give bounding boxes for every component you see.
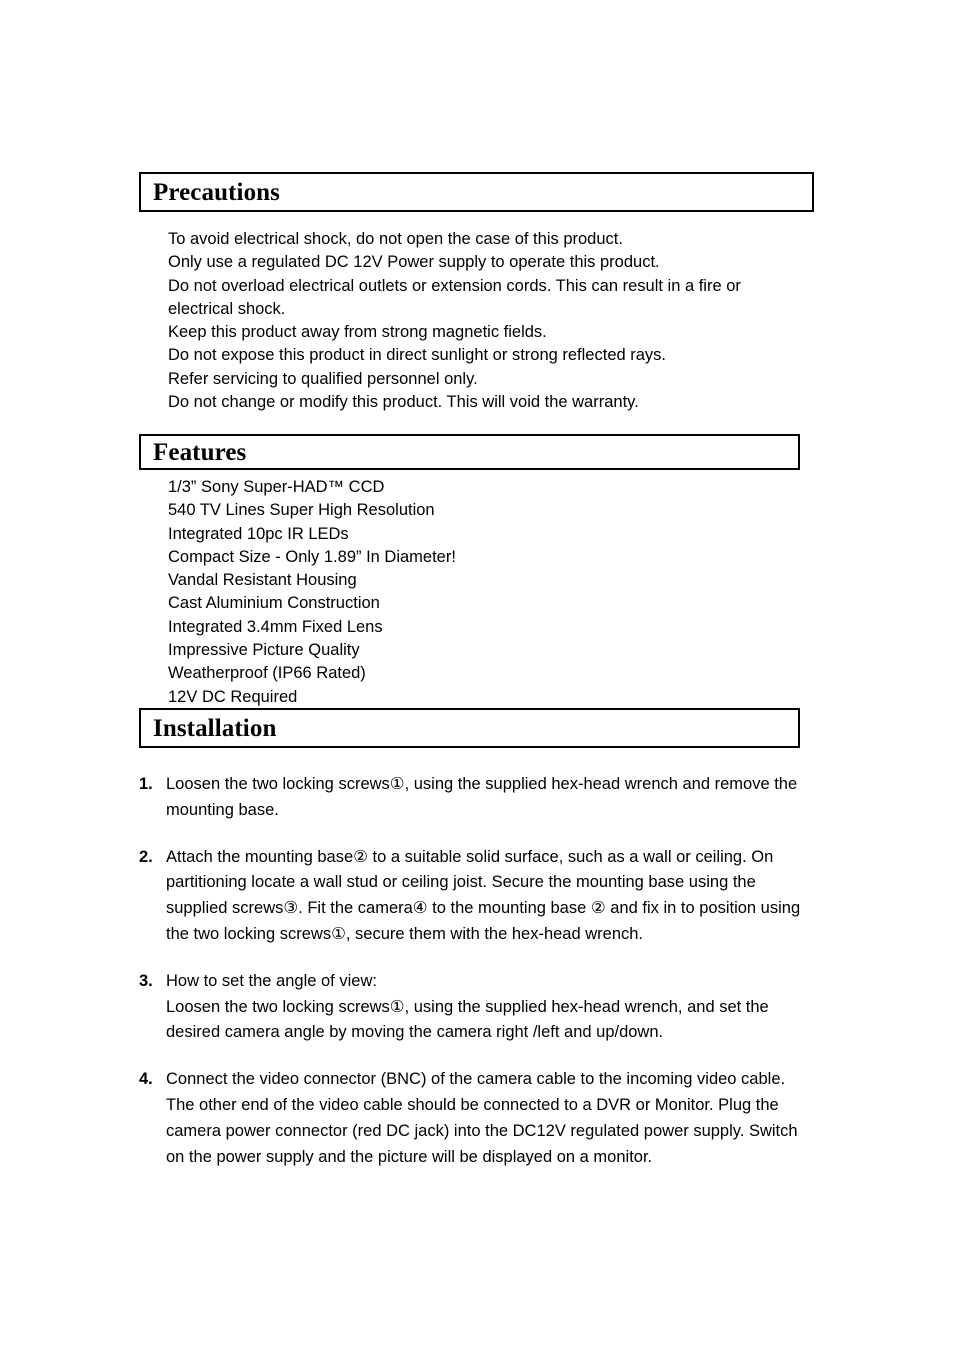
- precautions-line: Keep this product away from strong magne…: [168, 323, 547, 342]
- feature-item: Integrated 3.4mm Fixed Lens: [168, 617, 383, 636]
- installation-step: 1. Loosen the two locking screws①, using…: [139, 772, 809, 824]
- feature-item: 12V DC Required: [168, 687, 298, 706]
- feature-item: Weatherproof (IP66 Rated): [168, 664, 366, 683]
- step-number: 4.: [139, 1070, 153, 1089]
- step-text-line: Loosen the two locking screws①, using th…: [166, 997, 769, 1042]
- step-number: 1.: [139, 775, 153, 793]
- step-text-line: How to set the angle of view:: [166, 971, 377, 990]
- step-number: 3.: [139, 971, 153, 990]
- step-number: 2.: [139, 847, 153, 866]
- section-header-precautions: Precautions: [139, 172, 814, 212]
- features-list: 1/3” Sony Super-HAD™ CCD 540 TV Lines Su…: [168, 476, 768, 709]
- feature-item: Cast Aluminium Construction: [168, 594, 380, 613]
- installation-step: 2. Attach the mounting base② to a suitab…: [139, 845, 809, 948]
- installation-step: 4. Connect the video connector (BNC) of …: [139, 1067, 809, 1170]
- precautions-line: Do not change or modify this product. Th…: [168, 393, 639, 412]
- installation-steps-list: 1. Loosen the two locking screws①, using…: [139, 772, 809, 1191]
- precautions-line: Refer servicing to qualified personnel o…: [168, 369, 478, 388]
- section-header-installation: Installation: [139, 708, 800, 748]
- precautions-line: Do not overload electrical outlets or ex…: [168, 276, 741, 318]
- step-text: Loosen the two locking screws①, using th…: [166, 775, 798, 819]
- precautions-line: Do not expose this product in direct sun…: [168, 346, 667, 365]
- step-text: Attach the mounting base② to a suitable …: [166, 847, 801, 943]
- feature-item: 540 TV Lines Super High Resolution: [168, 501, 435, 520]
- document-page: Precautions To avoid electrical shock, d…: [0, 0, 954, 1350]
- section-title-features: Features: [153, 438, 247, 466]
- feature-item: Impressive Picture Quality: [168, 641, 360, 660]
- section-header-features: Features: [139, 434, 800, 470]
- section-title-installation: Installation: [153, 714, 277, 742]
- precautions-line: Only use a regulated DC 12V Power supply…: [168, 253, 660, 272]
- precautions-list: To avoid electrical shock, do not open t…: [168, 228, 808, 414]
- feature-item: 1/3” Sony Super-HAD™ CCD: [168, 478, 385, 496]
- installation-step: 3. How to set the angle of view: Loosen …: [139, 969, 809, 1046]
- step-text: Connect the video connector (BNC) of the…: [166, 1070, 798, 1166]
- feature-item: Compact Size - Only 1.89” In Diameter!: [168, 547, 456, 566]
- feature-item: Integrated 10pc IR LEDs: [168, 524, 349, 543]
- section-title-precautions: Precautions: [153, 178, 281, 206]
- feature-item: Vandal Resistant Housing: [168, 571, 357, 590]
- step-text: How to set the angle of view: Loosen the…: [166, 969, 809, 1046]
- precautions-line: To avoid electrical shock, do not open t…: [168, 230, 623, 248]
